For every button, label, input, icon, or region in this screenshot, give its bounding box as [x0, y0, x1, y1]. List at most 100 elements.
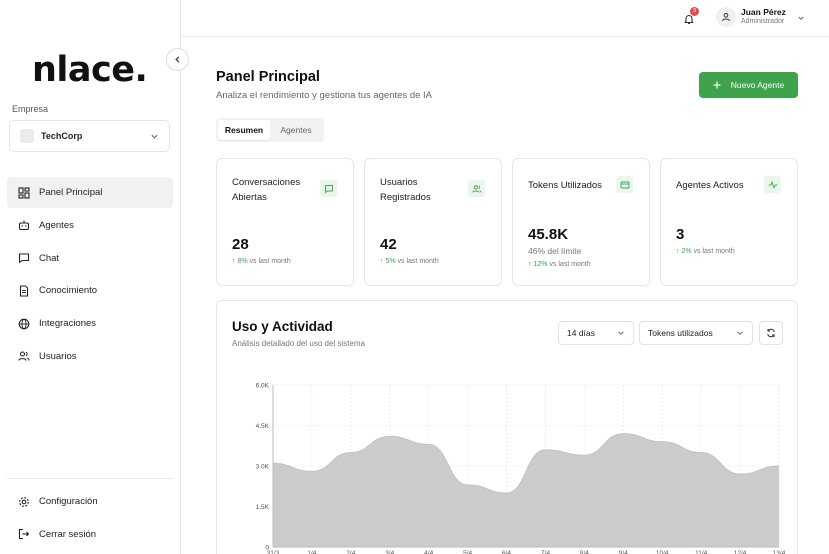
globe-icon	[18, 318, 30, 330]
chevron-down-icon	[737, 331, 743, 335]
refresh-icon	[767, 328, 775, 338]
activity-icon	[764, 176, 781, 193]
new-agent-button[interactable]: Nuevo Agente	[699, 72, 798, 98]
chevron-down-icon[interactable]	[797, 14, 805, 22]
sidebar-item-label: Conocimiento	[39, 285, 98, 297]
user-icon	[722, 13, 730, 22]
x-tick-label: 12/4	[734, 550, 747, 554]
stat-title: Usuarios Registrados	[380, 177, 431, 203]
company-select[interactable]: TechCorp	[9, 120, 170, 152]
app-root: nlace. Empresa TechCorp Panel Principal …	[0, 0, 829, 554]
trend-up-icon: ↑	[380, 258, 384, 265]
sidebar-item-label: Cerrar sesión	[39, 528, 97, 540]
company-logo	[20, 129, 34, 143]
sidebar-item-cerrar-sesion[interactable]: Cerrar sesión	[7, 519, 173, 550]
stat-trend: ↑ 12% vs last month	[528, 261, 591, 268]
x-tick-label: 13/4	[773, 550, 786, 554]
trend-text: vs last month	[397, 258, 439, 265]
trend-value: 5%	[385, 258, 396, 265]
tab-resumen[interactable]: Resumen	[218, 120, 270, 140]
sidebar-divider	[7, 478, 173, 479]
chevron-left-icon	[175, 56, 180, 63]
sidebar-item-label: Integraciones	[39, 318, 97, 330]
y-tick-label: 3.0K	[256, 463, 270, 470]
document-icon	[19, 285, 29, 297]
stat-trend: ↑ 5% vs last month	[380, 258, 439, 265]
area-series-fill	[273, 433, 779, 547]
y-tick-label: 4.5K	[256, 423, 270, 430]
trend-up-icon: ↑	[232, 258, 236, 265]
sidebar-item-integraciones[interactable]: Integraciones	[7, 308, 173, 339]
chat-icon	[18, 253, 30, 264]
collapse-sidebar-button[interactable]	[166, 48, 189, 71]
stat-title: Tokens Utilizados	[528, 180, 602, 191]
stat-value: 3	[676, 226, 685, 243]
trend-text: vs last month	[249, 258, 291, 265]
page-subtitle: Analiza el rendimiento y gestiona tus ag…	[216, 90, 432, 101]
x-tick-label: 31/3	[267, 550, 280, 554]
stat-note: 46% del límite	[528, 246, 582, 256]
tab-agentes[interactable]: Agentes	[270, 120, 322, 140]
user-role: Administrador	[741, 18, 785, 25]
notifications-button[interactable]: 3	[682, 7, 699, 26]
stat-value: 45.8K	[528, 226, 569, 243]
range-select[interactable]: 14 días	[558, 321, 634, 345]
x-tick-label: 11/4	[695, 550, 708, 554]
y-tick-label: 1.5K	[256, 504, 270, 511]
trend-value: 2%	[681, 248, 692, 255]
sidebar-item-conocimiento[interactable]: Conocimiento	[7, 275, 173, 306]
user-name: Juan Pérez	[741, 7, 786, 17]
usage-chart-card: 0 1.5K 3.0K 4.5K 6.0K 31/3 1/4 2/4 3/4 4/4 5/4 6/4 7…	[216, 300, 798, 554]
stat-trend: ↑ 2% vs last month	[676, 248, 735, 255]
stat-value: 42	[380, 236, 397, 253]
page-title: Panel Principal	[216, 69, 320, 85]
message-icon	[320, 180, 337, 197]
x-tick-label: 2/4	[346, 550, 355, 554]
sidebar-bottom-nav: Configuración Cerrar sesión	[7, 486, 173, 552]
brand-logo: nlace.	[32, 50, 148, 90]
logout-icon	[18, 529, 30, 540]
view-tabs: Resumen Agentes	[216, 118, 324, 142]
avatar[interactable]	[716, 7, 736, 27]
sidebar-item-label: Panel Principal	[39, 187, 103, 198]
x-tick-label: 7/4	[541, 550, 550, 554]
sidebar-item-configuracion[interactable]: Configuración	[7, 486, 173, 517]
sidebar-item-panel-principal[interactable]: Panel Principal	[7, 177, 173, 208]
sidebar-item-agentes[interactable]: Agentes	[7, 210, 173, 241]
bot-icon	[18, 220, 30, 231]
stat-title: Conversaciones Abiertas	[232, 177, 301, 203]
notification-badge: 3	[690, 7, 699, 16]
stat-card-tokens: Tokens Utilizados 45.8K 46% del límite ↑…	[512, 158, 650, 286]
range-select-value: 14 días	[567, 328, 595, 338]
sidebar-item-usuarios[interactable]: Usuarios	[7, 341, 173, 372]
trend-value: 8%	[237, 258, 248, 265]
refresh-button[interactable]	[759, 321, 783, 345]
stat-title: Agentes Activos	[676, 180, 744, 191]
stat-card-usuarios: Usuarios Registrados 42 ↑ 5% vs last mon…	[364, 158, 502, 286]
users-icon	[468, 180, 485, 197]
users-icon	[18, 351, 30, 362]
metric-select-value: Tokens utilizados	[648, 328, 713, 338]
sidebar-item-label: Configuración	[39, 496, 98, 507]
trend-text: vs last month	[693, 248, 735, 255]
x-tick-label: 5/4	[463, 550, 472, 554]
trend-up-icon: ↑	[528, 261, 532, 268]
dashboard-icon	[18, 186, 30, 199]
sidebar-nav: Panel Principal Agentes Chat Conocimient…	[7, 177, 173, 374]
sidebar-item-label: Chat	[39, 252, 60, 264]
stat-value: 28	[232, 236, 249, 253]
top-header: 3 Juan Pérez Administrador	[181, 0, 829, 37]
x-tick-label: 4/4	[424, 550, 433, 554]
stat-card-conversaciones: Conversaciones Abiertas 28 ↑ 8% vs last …	[216, 158, 354, 286]
card-icon	[616, 176, 633, 193]
sidebar-item-label: Usuarios	[39, 350, 77, 362]
stat-card-agentes: Agentes Activos 3 ↑ 2% vs last month	[660, 158, 798, 286]
chart-title: Uso y Actividad	[232, 319, 333, 334]
metric-select[interactable]: Tokens utilizados	[639, 321, 753, 345]
sidebar-item-chat[interactable]: Chat	[7, 243, 173, 274]
stat-trend: ↑ 8% vs last month	[232, 258, 291, 265]
x-tick-label: 1/4	[307, 550, 316, 554]
sidebar-item-label: Agentes	[39, 219, 74, 231]
x-tick-label: 6/4	[502, 550, 511, 554]
x-tick-label: 10/4	[656, 550, 669, 554]
